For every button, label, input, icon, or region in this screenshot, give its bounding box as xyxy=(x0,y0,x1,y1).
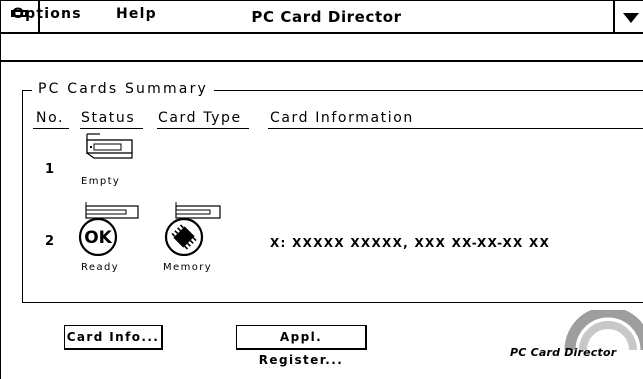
column-header-card-information: Card Information xyxy=(270,110,414,126)
memory-card-icon[interactable] xyxy=(160,200,222,256)
logo-text: PC Card Director xyxy=(510,346,617,359)
column-header-status: Status xyxy=(81,110,136,126)
row-1-number: 1 xyxy=(45,162,55,177)
column-header-card-type: Card Type xyxy=(158,110,242,126)
appl-register-button[interactable]: Appl. Register... xyxy=(236,325,367,367)
column-underline-no xyxy=(33,128,69,129)
group-title: PC Cards Summary xyxy=(32,81,215,97)
column-underline-card-information xyxy=(268,128,643,129)
column-header-no: No. xyxy=(36,110,65,126)
column-underline-card-type xyxy=(157,128,249,129)
menu-options[interactable]: Options xyxy=(12,6,82,22)
card-info-button[interactable]: Card Info... xyxy=(64,325,163,350)
menu-help[interactable]: Help xyxy=(116,6,157,22)
row-1-status-label: Empty xyxy=(81,176,121,187)
empty-slot-icon[interactable] xyxy=(84,132,138,160)
menu-bar xyxy=(0,34,643,62)
column-underline-status xyxy=(80,128,143,129)
logo-arc-icon xyxy=(564,310,643,350)
ok-status-icon[interactable]: OK xyxy=(74,200,140,256)
minimize-arrow-icon xyxy=(623,13,639,23)
row-2-card-type-label: Memory xyxy=(163,262,213,273)
minimize-button[interactable] xyxy=(613,0,643,34)
row-2-number: 2 xyxy=(45,234,55,249)
ok-badge-text: OK xyxy=(84,228,112,248)
row-2-card-information: X: XXXXX XXXXX, XXX XX-XX-XX XX xyxy=(270,236,551,250)
window-left-border xyxy=(0,62,1,379)
row-2-status-label: Ready xyxy=(81,262,120,273)
